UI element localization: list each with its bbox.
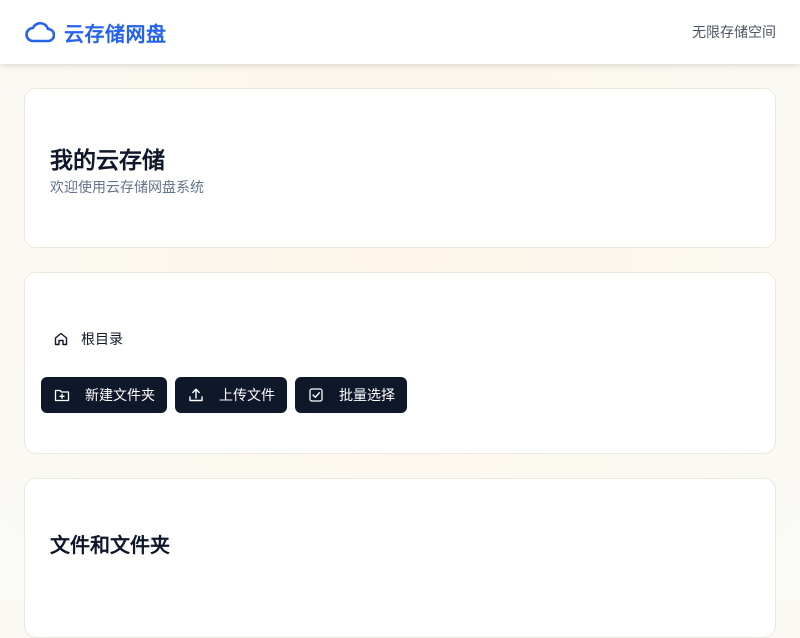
- new-folder-button[interactable]: 新建文件夹: [41, 377, 167, 413]
- upload-file-label: 上传文件: [219, 388, 275, 404]
- actions-card: 根目录 新建文件夹 上传文件 批量选择: [24, 272, 776, 454]
- app-title: 云存储网盘: [64, 21, 167, 46]
- upload-icon: [187, 386, 205, 404]
- new-folder-label: 新建文件夹: [85, 388, 155, 404]
- page-subtitle: 欢迎使用云存储网盘系统: [50, 180, 204, 196]
- files-section-title: 文件和文件夹: [50, 533, 170, 557]
- files-card: 文件和文件夹: [24, 478, 776, 638]
- toolbar: 新建文件夹 上传文件 批量选择: [41, 377, 407, 413]
- home-icon: [53, 331, 69, 347]
- breadcrumb-root[interactable]: 根目录: [81, 329, 123, 349]
- folder-plus-icon: [53, 386, 71, 404]
- brand[interactable]: 云存储网盘: [24, 16, 167, 48]
- batch-select-label: 批量选择: [339, 388, 395, 404]
- upload-file-button[interactable]: 上传文件: [175, 377, 287, 413]
- storage-tagline: 无限存储空间: [692, 25, 776, 41]
- top-bar: 云存储网盘 无限存储空间: [0, 0, 800, 64]
- checkbox-icon: [307, 386, 325, 404]
- page-title: 我的云存储: [50, 148, 165, 174]
- cloud-icon: [24, 16, 56, 48]
- batch-select-button[interactable]: 批量选择: [295, 377, 407, 413]
- breadcrumb[interactable]: 根目录: [53, 329, 123, 349]
- welcome-card: 我的云存储 欢迎使用云存储网盘系统: [24, 88, 776, 248]
